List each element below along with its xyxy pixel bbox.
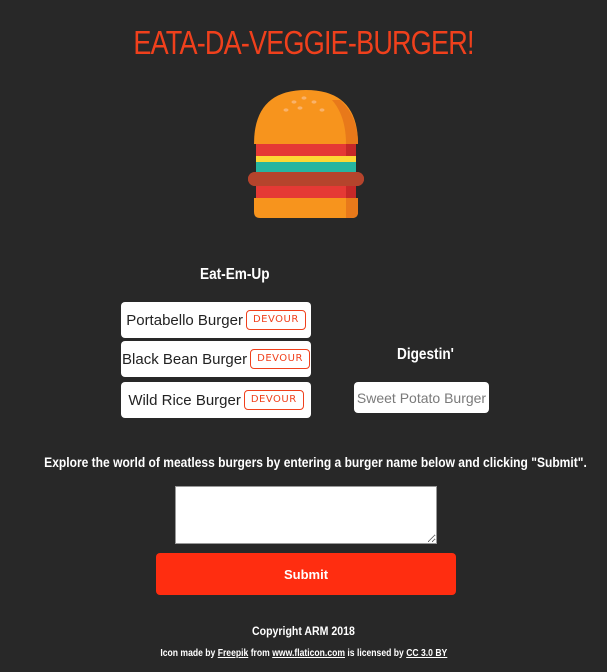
devour-button[interactable]: DEVOUR: [245, 310, 306, 330]
devour-button[interactable]: DEVOUR: [250, 349, 310, 369]
flaticon-link[interactable]: www.flaticon.com: [272, 648, 345, 659]
instructions-text: Explore the world of meatless burgers by…: [0, 454, 607, 470]
license-link[interactable]: CC 3.0 BY: [406, 648, 447, 659]
page-title: EATA-DA-VEGGIE-BURGER!: [133, 24, 474, 61]
devour-button[interactable]: DEVOUR: [243, 390, 304, 410]
attribution-from: from: [250, 648, 270, 659]
instructions-label: Explore the world of meatless burgers by…: [44, 454, 587, 470]
list-item: Black Bean Burger DEVOUR: [121, 341, 311, 377]
burger-icon: [248, 90, 364, 218]
freepik-link[interactable]: Freepik: [217, 648, 248, 659]
digest-column-heading: Digestin': [397, 346, 454, 363]
burger-name: Portabello Burger: [126, 311, 243, 329]
attribution-text: Icon made by Freepik from www.flaticon.c…: [0, 648, 607, 659]
copyright-text: Copyright ARM 2018: [0, 624, 607, 638]
copyright-label: Copyright ARM 2018: [252, 624, 355, 638]
list-item: Portabello Burger DEVOUR: [121, 302, 311, 338]
attribution-prefix: Icon made by: [160, 648, 215, 659]
digested-item: Sweet Potato Burger: [354, 382, 489, 413]
burger-name: Wild Rice Burger: [128, 391, 241, 409]
burger-name: Black Bean Burger: [122, 350, 248, 368]
submit-button[interactable]: Submit: [156, 553, 456, 595]
burger-name-input[interactable]: [175, 486, 437, 544]
eat-column-heading: Eat-Em-Up: [200, 266, 270, 283]
list-item: Wild Rice Burger DEVOUR: [121, 382, 311, 418]
attribution-licensed: is licensed by: [347, 648, 404, 659]
